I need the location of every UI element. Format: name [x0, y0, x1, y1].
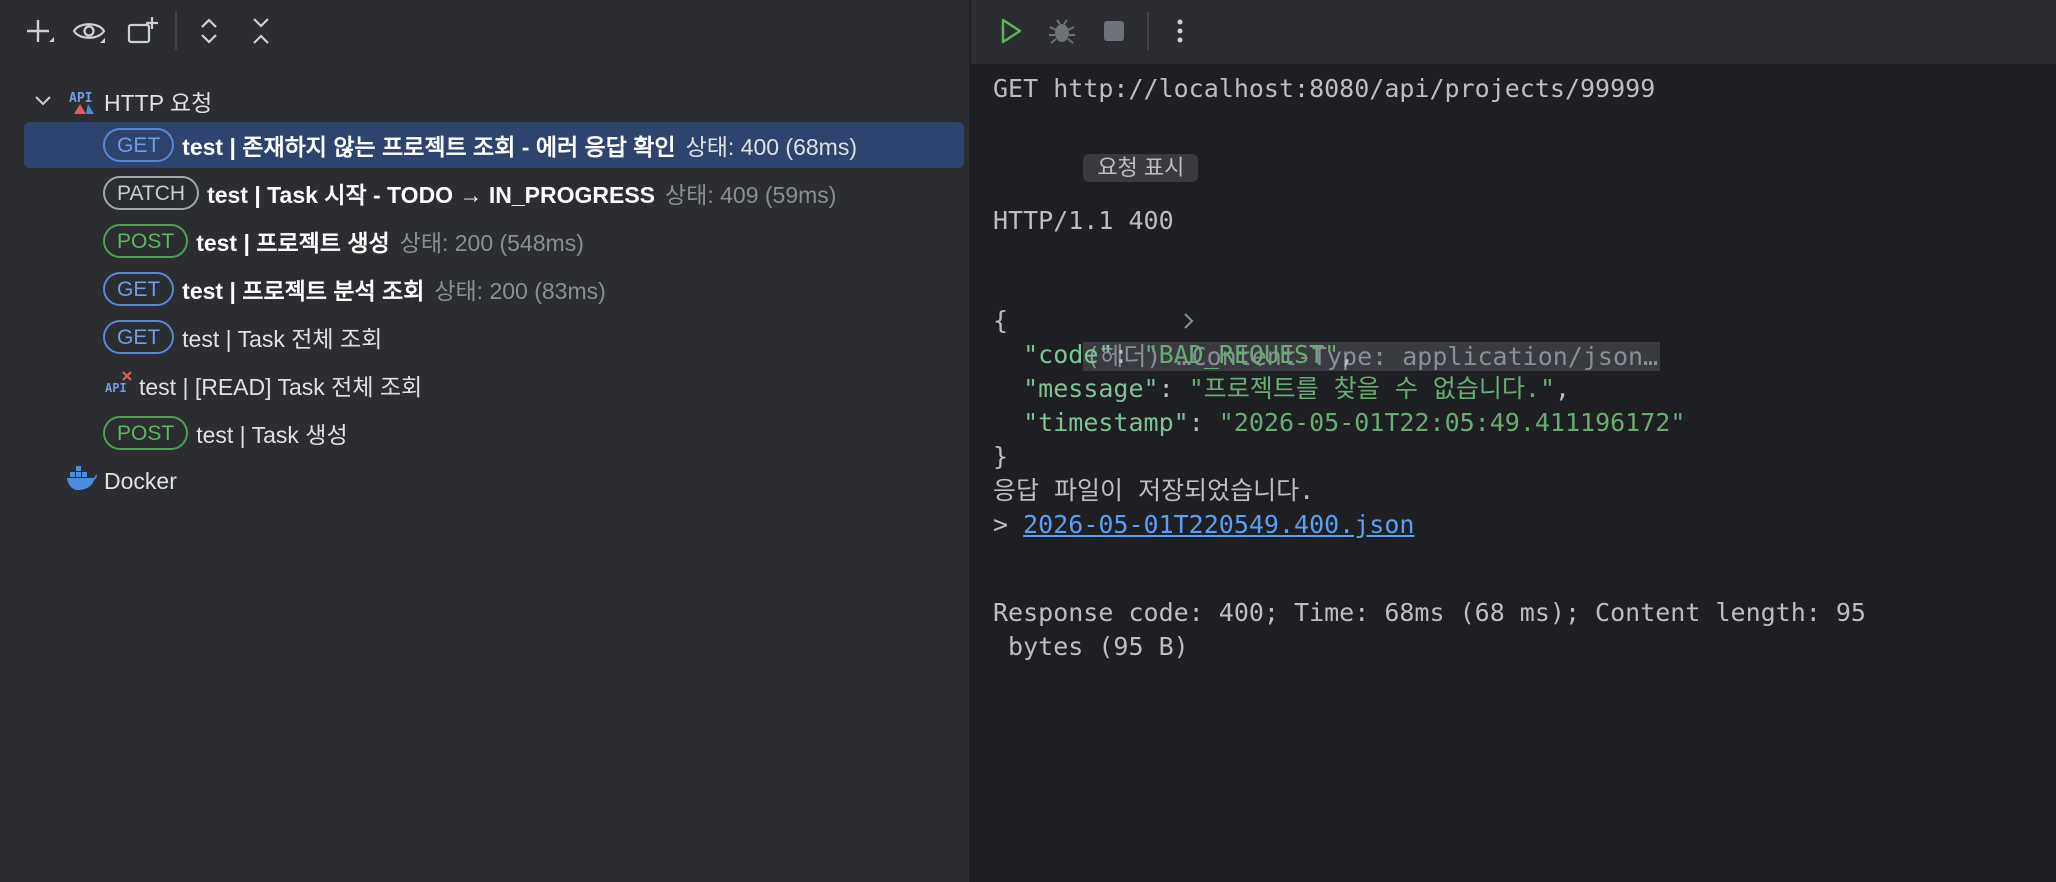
request-status: 상태: 200 (548ms)	[399, 230, 584, 256]
response-toolbar	[971, 0, 2056, 66]
tree-item-request[interactable]: GET test | 프로젝트 분석 조회 상태: 200 (83ms)	[24, 266, 964, 312]
json-line: "timestamp": "2026-05-01T22:05:49.411196…	[1023, 408, 1686, 437]
new-folder-icon[interactable]	[122, 10, 164, 52]
show-request-row: 요청 표시	[993, 116, 1199, 218]
more-vertical-icon[interactable]	[1159, 10, 1201, 52]
show-request-button[interactable]: 요청 표시	[1083, 154, 1199, 182]
svg-text:API: API	[69, 91, 92, 106]
expand-all-icon[interactable]	[188, 10, 230, 52]
method-badge-post: POST	[103, 224, 189, 258]
api-icon: API	[68, 86, 98, 122]
tree-item-request[interactable]: GET test | 존재하지 않는 프로젝트 조회 - 에러 응답 확인 상태…	[24, 122, 964, 168]
method-badge-get: GET	[103, 272, 175, 306]
json-key: "code"	[1023, 340, 1114, 369]
json-line: "code": "BAD_REQUEST",	[1023, 340, 1355, 369]
json-key: "message"	[1023, 374, 1159, 403]
toolbar-separator	[1147, 12, 1149, 50]
tree-root-http-requests[interactable]: API HTTP 요청	[24, 78, 964, 124]
tree-item-request[interactable]: API test | [READ] Task 전체 조회	[24, 362, 964, 408]
request-name: test | Task 생성	[196, 422, 348, 448]
request-name: test | 존재하지 않는 프로젝트 조회 - 에러 응답 확인	[182, 134, 676, 160]
tree-item-request[interactable]: PATCH test | Task 시작 - TODO → IN_PROGRES…	[24, 170, 964, 216]
response-file-link[interactable]: 2026-05-01T220549.400.json	[1023, 510, 1414, 539]
method-badge-get: GET	[103, 128, 175, 162]
stop-icon[interactable]	[1093, 10, 1135, 52]
request-name: test | 프로젝트 분석 조회	[182, 278, 425, 304]
run-icon[interactable]	[989, 10, 1031, 52]
json-line: "message": "프로젝트를 찾을 수 없습니다.",	[1023, 374, 1571, 403]
debug-icon[interactable]	[1041, 10, 1083, 52]
svg-text:API: API	[105, 381, 127, 395]
json-key: "timestamp"	[1023, 408, 1189, 437]
eye-icon[interactable]	[68, 10, 110, 52]
toolbar-separator	[175, 12, 177, 50]
request-name: test | Task 전체 조회	[182, 326, 383, 352]
file-link-row: > 2026-05-01T220549.400.json	[993, 508, 1414, 542]
request-name: test | [READ] Task 전체 조회	[139, 374, 423, 400]
response-output: GET http://localhost:8080/api/projects/9…	[971, 66, 2056, 882]
request-status: 상태: 400 (68ms)	[685, 134, 857, 160]
json-value: "프로젝트를 찾을 수 없습니다."	[1188, 374, 1555, 403]
collapse-all-icon[interactable]	[240, 10, 282, 52]
services-tree-panel: API HTTP 요청 GET test | 존재하지 않는 프로젝트 조회 -…	[0, 0, 969, 882]
response-panel: GET http://localhost:8080/api/projects/9…	[971, 0, 2056, 882]
json-open-brace: {	[993, 306, 1009, 335]
method-badge-get: GET	[103, 320, 175, 354]
tree-item-request[interactable]: POST test | 프로젝트 생성 상태: 200 (548ms)	[24, 218, 964, 264]
json-value: "BAD_REQUEST"	[1143, 340, 1340, 369]
json-comma: ,	[1555, 374, 1571, 403]
request-status: 상태: 409 (59ms)	[665, 182, 837, 208]
response-summary-cont: bytes (95 B)	[993, 632, 1189, 661]
json-value: "2026-05-01T22:05:49.411196172"	[1218, 408, 1686, 437]
request-line: GET http://localhost:8080/api/projects/9…	[993, 74, 1656, 103]
api-error-icon: API	[105, 370, 135, 400]
method-badge-patch: PATCH	[103, 176, 200, 210]
tree-item-request[interactable]: GET test | Task 전체 조회	[24, 314, 964, 360]
plus-icon[interactable]	[18, 10, 60, 52]
method-badge-post: POST	[103, 416, 189, 450]
file-prefix: >	[993, 510, 1024, 539]
json-close-brace: }	[993, 442, 1009, 471]
response-summary: Response code: 400; Time: 68ms (68 ms); …	[993, 598, 1866, 627]
saved-message: 응답 파일이 저장되었습니다.	[993, 476, 1315, 505]
request-name: test | Task 시작 - TODO → IN_PROGRESS	[207, 182, 656, 208]
chevron-down-icon[interactable]	[32, 89, 54, 117]
request-name: test | 프로젝트 생성	[196, 230, 390, 256]
tree-root-label: HTTP 요청	[104, 90, 213, 116]
services-toolbar	[0, 0, 969, 62]
status-line: HTTP/1.1 400	[993, 206, 1174, 235]
docker-icon	[66, 464, 98, 500]
tree-item-request[interactable]: POST test | Task 생성	[24, 410, 964, 456]
tree-item-docker[interactable]: Docker	[24, 458, 964, 504]
request-status: 상태: 200 (83ms)	[434, 278, 606, 304]
json-comma: ,	[1339, 340, 1355, 369]
docker-label: Docker	[104, 467, 177, 494]
